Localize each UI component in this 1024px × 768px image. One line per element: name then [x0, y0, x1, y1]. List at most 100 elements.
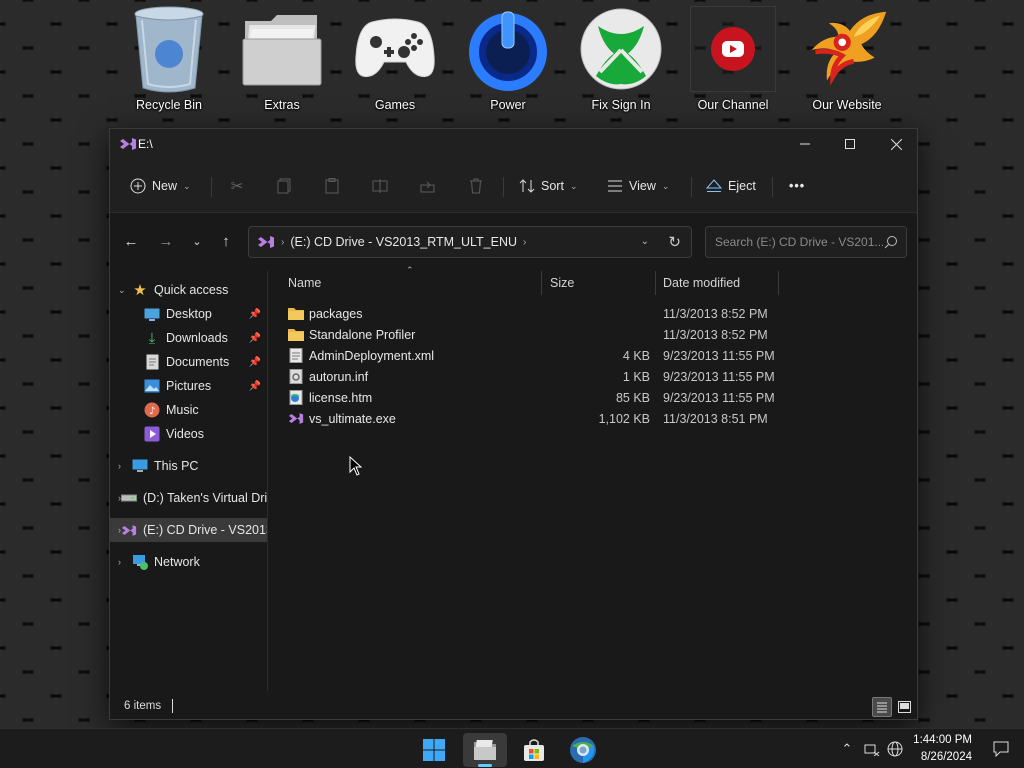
sidebar-item-quick-access[interactable]: ⌄ ★ Quick access	[110, 278, 267, 302]
desktop-icon-label: Recycle Bin	[136, 98, 202, 112]
tiles-view-icon	[897, 701, 911, 713]
desktop-icon-label: Games	[374, 98, 416, 112]
chevron-right-icon[interactable]: ›	[523, 237, 526, 248]
column-divider[interactable]	[655, 271, 656, 295]
address-history-dropdown[interactable]: ⌄	[641, 236, 649, 247]
file-row-license[interactable]: license.htm 85 KB 9/23/2013 11:55 PM	[278, 387, 778, 408]
chevron-up-icon: ⌃	[841, 741, 853, 756]
notifications-button[interactable]	[993, 741, 1009, 757]
file-name: license.htm	[309, 390, 373, 405]
recycle-bin-icon	[126, 6, 212, 93]
title-bar[interactable]: E:\	[110, 129, 917, 159]
sidebar-item-documents[interactable]: Documents 📌	[110, 350, 267, 374]
copy-icon	[277, 178, 291, 194]
rename-button[interactable]	[369, 175, 391, 197]
copy-button[interactable]	[273, 175, 295, 197]
column-header-name[interactable]: Name	[288, 271, 538, 295]
column-header-date-modified[interactable]: Date modified	[663, 271, 773, 295]
more-options-button[interactable]: •••	[789, 173, 805, 199]
music-icon: ♪	[144, 402, 160, 418]
view-button[interactable]: View ⌄	[607, 173, 669, 199]
system-clock[interactable]: 1:44:00 PM 8/26/2024	[913, 732, 972, 766]
separator	[691, 177, 692, 197]
back-button[interactable]: ←	[119, 230, 143, 252]
file-row-standalone-profiler[interactable]: Standalone Profiler 11/3/2013 8:52 PM	[278, 324, 778, 345]
taskbar-browser[interactable]	[561, 733, 605, 767]
file-size: 1,102 KB	[598, 411, 650, 426]
refresh-icon[interactable]: ↻	[668, 233, 681, 251]
paste-button[interactable]	[321, 175, 343, 197]
sidebar-item-label: Pictures	[166, 379, 212, 393]
desktop-icon-our-channel[interactable]: Our Channel	[683, 6, 783, 126]
sidebar-item-drive-d[interactable]: › (D:) Taken's Virtual Drive	[110, 486, 267, 510]
share-button[interactable]	[417, 175, 439, 197]
chevron-down-icon[interactable]: ⌄	[118, 285, 132, 296]
view-label: View	[629, 179, 656, 193]
desktop-icon-our-website[interactable]: Our Website	[797, 6, 897, 126]
start-button[interactable]	[412, 733, 456, 767]
up-button[interactable]: ↑	[214, 230, 238, 252]
maximize-button[interactable]	[827, 129, 873, 159]
pin-icon[interactable]: 📌	[249, 309, 261, 320]
new-button[interactable]: New ⌄	[130, 173, 191, 199]
clipboard-icon	[325, 178, 339, 194]
settings-file-icon	[289, 369, 303, 384]
taskbar-microsoft-store[interactable]	[512, 733, 556, 767]
chevron-right-icon[interactable]: ›	[118, 557, 132, 567]
address-bar[interactable]: › (E:) CD Drive - VS2013_RTM_ULT_ENU › ⌄…	[248, 226, 692, 258]
taskbar-file-explorer[interactable]	[463, 733, 507, 767]
search-input[interactable]	[715, 235, 883, 249]
chevron-right-icon[interactable]: ›	[118, 461, 132, 471]
column-divider[interactable]	[541, 271, 542, 295]
forward-button[interactable]: →	[154, 230, 178, 252]
chevron-right-icon: ›	[281, 236, 285, 248]
star-icon: ★	[133, 282, 147, 299]
file-date: 11/3/2013 8:52 PM	[663, 327, 768, 342]
delete-button[interactable]	[465, 175, 487, 197]
sidebar-item-music[interactable]: ♪ Music	[110, 398, 267, 422]
sidebar-item-pictures[interactable]: Pictures 📌	[110, 374, 267, 398]
pin-icon[interactable]: 📌	[249, 357, 261, 368]
file-row-admindeployment[interactable]: AdminDeployment.xml 4 KB 9/23/2013 11:55…	[278, 345, 778, 366]
file-name: packages	[309, 306, 363, 321]
file-row-packages[interactable]: packages 11/3/2013 8:52 PM	[278, 303, 778, 324]
desktop-icon-recycle-bin[interactable]: Recycle Bin	[119, 6, 219, 126]
search-box[interactable]	[705, 226, 907, 258]
sidebar-item-desktop[interactable]: Desktop 📌	[110, 302, 267, 326]
close-button[interactable]	[873, 129, 917, 159]
file-date: 9/23/2013 11:55 PM	[663, 369, 775, 384]
desktop-icon-extras[interactable]: Extras	[232, 6, 332, 126]
details-view-button[interactable]	[872, 697, 892, 717]
sidebar-item-downloads[interactable]: ⤓ Downloads 📌	[110, 326, 267, 350]
sort-button[interactable]: Sort ⌄	[519, 173, 577, 199]
language-globe-icon[interactable]	[887, 741, 903, 757]
cut-button[interactable]: ✂	[226, 175, 248, 197]
clock-time: 1:44:00 PM	[913, 734, 972, 746]
sidebar-item-videos[interactable]: Videos	[110, 422, 267, 446]
sidebar-item-this-pc[interactable]: › This PC	[110, 454, 267, 478]
desktop-icon-games[interactable]: Games	[345, 6, 445, 126]
rename-icon	[372, 179, 388, 193]
pin-icon[interactable]: 📌	[249, 381, 261, 392]
column-divider[interactable]	[778, 271, 779, 295]
desktop-icon-power[interactable]: Power	[458, 6, 558, 126]
new-label: New	[152, 179, 178, 193]
recent-locations-button[interactable]: ⌄	[185, 230, 209, 252]
sidebar-item-drive-e[interactable]: › (E:) CD Drive - VS2013_RTM_ULT_ENU	[110, 518, 267, 542]
plus-circle-icon	[130, 178, 146, 194]
desktop-icon-fix-sign-in[interactable]: Fix Sign In	[571, 6, 671, 126]
minimize-button[interactable]	[782, 129, 828, 159]
chevron-down-icon: ⌄	[183, 180, 191, 191]
show-hidden-icons-button[interactable]: ⌃	[839, 741, 855, 757]
tiles-view-button[interactable]	[894, 697, 914, 717]
column-header-size[interactable]: Size	[550, 271, 650, 295]
network-status-icon[interactable]	[864, 741, 880, 757]
pin-icon[interactable]: 📌	[249, 333, 261, 344]
address-path[interactable]: (E:) CD Drive - VS2013_RTM_ULT_ENU	[290, 235, 517, 249]
desktop-icon	[144, 306, 160, 322]
eject-button[interactable]: Eject	[706, 173, 756, 199]
file-row-autorun[interactable]: autorun.inf 1 KB 9/23/2013 11:55 PM	[278, 366, 778, 387]
sidebar-item-network[interactable]: › Network	[110, 550, 267, 574]
file-size: 85 KB	[615, 390, 650, 405]
file-row-vs-ultimate[interactable]: vs_ultimate.exe 1,102 KB 11/3/2013 8:51 …	[278, 408, 778, 429]
